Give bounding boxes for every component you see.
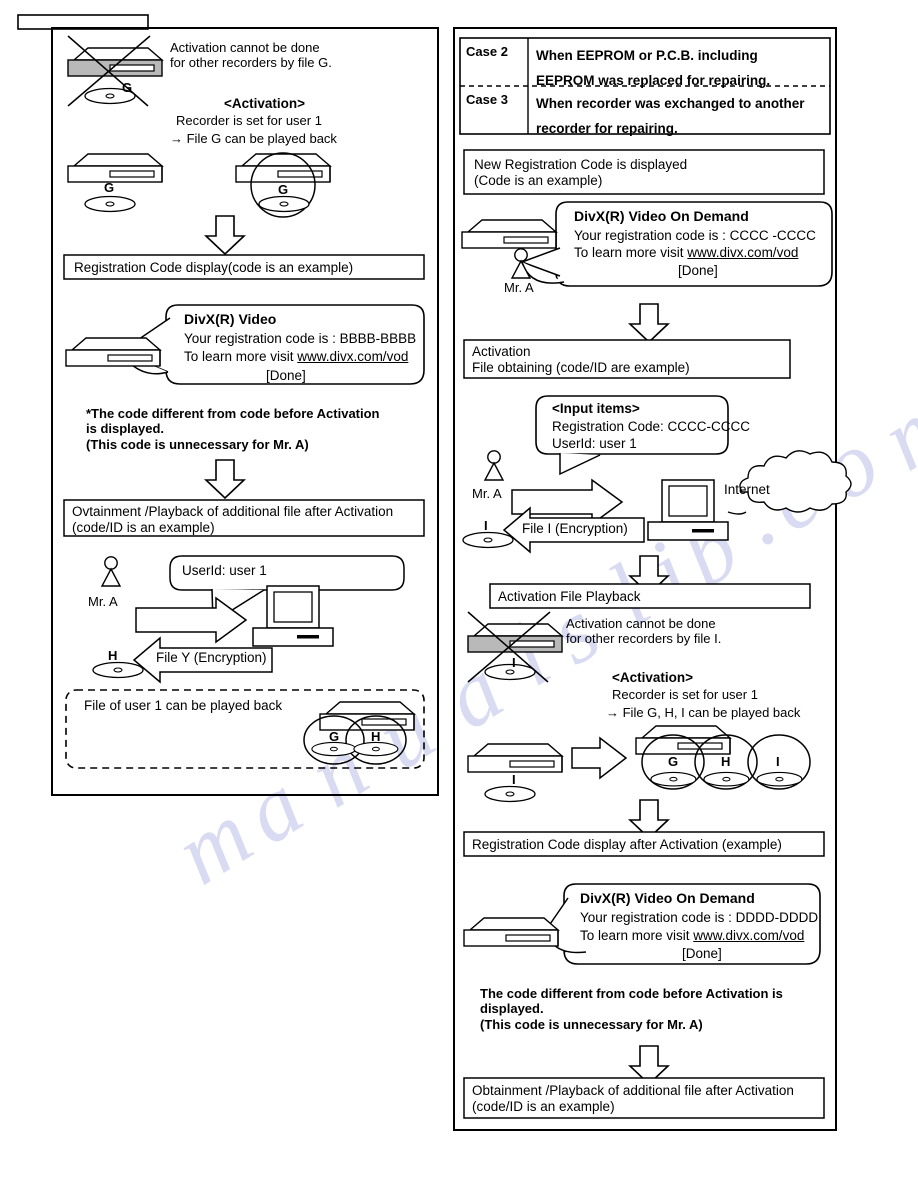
label-disc-i-mid: I xyxy=(484,518,488,533)
label-disc-g-crossed: G xyxy=(122,80,133,95)
left-activation-line1: Recorder is set for user 1 xyxy=(176,113,322,128)
right-input-line2: Registration Code: CCCC-CCCC xyxy=(552,419,751,434)
left-divx-line3-pre: To learn more visit xyxy=(184,349,298,364)
right-internet-label: Internet xyxy=(724,482,770,497)
right-divx-top-line3: To learn more visit www.divx.com/vod xyxy=(574,245,798,260)
right-playback-bar: Activation File Playback xyxy=(498,589,641,604)
right-divx-top-done: [Done] xyxy=(678,263,718,278)
right-person-label-mid: Mr. A xyxy=(472,486,502,501)
left-note-cannot: Activation cannot be done for other reco… xyxy=(170,40,332,71)
case2-text: When EEPROM or P.C.B. including EEPROM w… xyxy=(536,48,771,88)
label-circle-g: G xyxy=(668,754,679,769)
right-obtain-bar: Obtainment /Playback of additional file … xyxy=(472,1083,794,1114)
right-activation-bar: Activation File obtaining (code/ID are e… xyxy=(472,344,690,375)
label-disc-g-circled: G xyxy=(278,182,289,197)
label-circle-h: H xyxy=(721,754,731,769)
right-person-label-top: Mr. A xyxy=(504,280,534,295)
left-divx-line2: Your registration code is : BBBB-BBBB xyxy=(184,331,417,346)
case3-text: When recorder was exchanged to another r… xyxy=(536,96,805,136)
right-note-cannot: Activation cannot be done for other reco… xyxy=(566,616,722,647)
left-file-arrow-label: File Y (Encryption) xyxy=(156,650,267,665)
label-disc-i-crossed: I xyxy=(512,655,516,670)
label-disc-h-left: H xyxy=(108,648,118,663)
divx-url-link-left[interactable]: www.divx.com/vod xyxy=(297,349,408,364)
right-input-line3: UserId: user 1 xyxy=(552,436,637,451)
left-obtain-bar: Ovtainment /Playback of additional file … xyxy=(72,504,394,535)
case2-name: Case 2 xyxy=(466,44,508,59)
right-activation-line1: Recorder is set for user 1 xyxy=(612,687,758,702)
left-dashed-note: File of user 1 can be played back xyxy=(84,698,283,713)
right-note-bold: The code different from code before Acti… xyxy=(480,986,783,1032)
right-activation-head: <Activation> xyxy=(612,670,694,685)
right-input-title: <Input items> xyxy=(552,401,640,416)
left-divx-done: [Done] xyxy=(266,368,306,383)
diagram-text-layer: Activation cannot be done for other reco… xyxy=(0,0,918,1188)
label-dashed-disc-h: H xyxy=(371,729,381,744)
left-reg-code-bar: Registration Code display(code is an exa… xyxy=(74,260,354,275)
case3-name: Case 3 xyxy=(466,92,508,107)
right-divx-bot-line3-pre: To learn more visit xyxy=(580,928,694,943)
right-divx-top-title: DivX(R) Video On Demand xyxy=(574,208,749,224)
right-divx-bot-line2: Your registration code is : DDDD-DDDD xyxy=(580,910,819,925)
label-disc-i-plain: I xyxy=(512,772,516,787)
left-note-bold: *The code different from code before Act… xyxy=(86,406,380,452)
right-activation-line2: → File G, H, I can be played back xyxy=(606,705,801,720)
left-activation-line2: → File G can be played back xyxy=(170,131,337,146)
right-divx-bot-title: DivX(R) Video On Demand xyxy=(580,890,755,906)
label-circle-i: I xyxy=(776,754,780,769)
right-reg-after-bar: Registration Code display after Activati… xyxy=(472,837,782,852)
right-divx-bot-line3: To learn more visit www.divx.com/vod xyxy=(580,928,804,943)
right-new-code-bar: New Registration Code is displayed (Code… xyxy=(474,157,688,188)
label-dashed-disc-g: G xyxy=(329,729,340,744)
right-divx-bot-done: [Done] xyxy=(682,946,722,961)
left-person-label: Mr. A xyxy=(88,594,118,609)
divx-url-link-right-top[interactable]: www.divx.com/vod xyxy=(687,245,798,260)
right-file-arrow-label: File I (Encryption) xyxy=(522,521,628,536)
right-divx-top-line2: Your registration code is : CCCC -CCCC xyxy=(574,228,816,243)
label-disc-g-plain: G xyxy=(104,180,115,195)
right-divx-top-line3-pre: To learn more visit xyxy=(574,245,688,260)
left-activation-head: <Activation> xyxy=(224,96,306,111)
left-divx-title: DivX(R) Video xyxy=(184,311,277,327)
left-userid-bubble: UserId: user 1 xyxy=(182,563,267,578)
divx-url-link-right-bottom[interactable]: www.divx.com/vod xyxy=(693,928,804,943)
left-divx-line3: To learn more visit www.divx.com/vod xyxy=(184,349,408,364)
